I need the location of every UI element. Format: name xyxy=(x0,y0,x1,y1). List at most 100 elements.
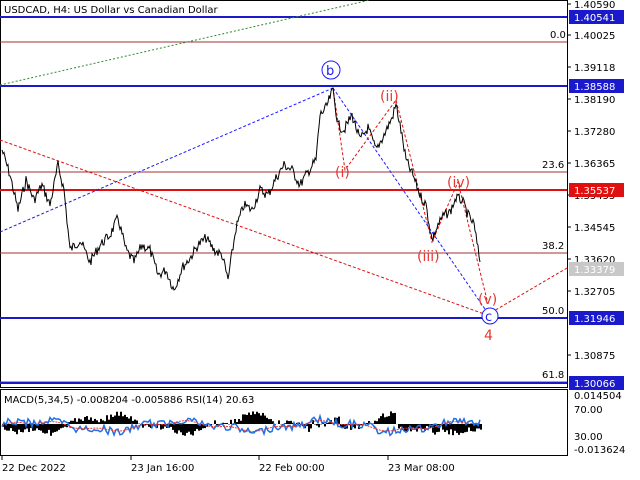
macd-bar xyxy=(450,424,452,430)
price-tick-label: 1.36365 xyxy=(574,159,615,170)
macd-bar xyxy=(270,419,272,424)
level-tag-1-31946: 1.31946 xyxy=(574,314,615,325)
macd-bar xyxy=(314,424,316,425)
macd-bar xyxy=(376,421,378,424)
macd-bar xyxy=(224,423,226,424)
fib-label-50: 50.0 xyxy=(542,306,564,317)
macd-bar xyxy=(108,419,110,424)
macd-bar xyxy=(114,415,116,424)
fib-label-23-6: 23.6 xyxy=(542,160,564,171)
macd-bar xyxy=(40,424,42,431)
macd-bar xyxy=(366,422,368,424)
price-tick-label: 1.32705 xyxy=(574,287,615,298)
macd-bar xyxy=(136,420,138,424)
macd-bar xyxy=(254,414,256,424)
macd-bar xyxy=(426,424,428,427)
macd-bar xyxy=(180,424,182,433)
macd-bar xyxy=(18,424,20,430)
macd-bar xyxy=(178,424,180,431)
macd-bar xyxy=(82,420,84,424)
price-tick-label: 1.38190 xyxy=(574,95,615,106)
macd-bar xyxy=(260,415,262,424)
macd-bar xyxy=(80,419,82,424)
time-tick-label: 22 Dec 2022 xyxy=(2,463,66,474)
wave-b-label: b xyxy=(326,64,334,79)
macd-bar xyxy=(382,413,384,424)
macd-bar xyxy=(290,420,292,424)
price-tick-label: 1.37280 xyxy=(574,127,615,138)
macd-bar xyxy=(184,424,186,436)
macd-bar xyxy=(134,419,136,424)
price-tick-label: 1.30875 xyxy=(574,351,615,362)
macd-bar xyxy=(88,419,90,424)
price-tick-label: 1.34545 xyxy=(574,223,615,234)
macd-bar xyxy=(70,420,72,424)
indicator-tick-label: 70.00 xyxy=(574,405,603,416)
macd-bar xyxy=(316,424,318,426)
price-tick-label: 1.40025 xyxy=(574,31,615,42)
macd-bar xyxy=(174,424,176,433)
macd-bar xyxy=(380,416,382,424)
macd-bar xyxy=(386,416,388,424)
macd-bar xyxy=(122,416,124,424)
level-tag-1-33379: 1.33379 xyxy=(574,265,615,276)
macd-bar xyxy=(252,411,254,424)
chart-title: USDCAD, H4: US Dollar vs Canadian Dollar xyxy=(4,5,218,16)
fib-label-61-8: 61.8 xyxy=(542,370,564,381)
macd-bar xyxy=(412,424,414,428)
macd-bar xyxy=(480,424,482,430)
macd-bar xyxy=(258,413,260,424)
macd-bar xyxy=(324,424,326,427)
macd-bar xyxy=(456,424,458,433)
macd-bar xyxy=(188,424,190,432)
macd-bar xyxy=(112,416,114,424)
level-tag-1-38588: 1.38588 xyxy=(574,82,615,93)
macd-bar xyxy=(62,424,64,428)
macd-bar xyxy=(120,411,122,424)
macd-bar xyxy=(378,418,380,424)
macd-bar xyxy=(194,424,196,432)
macd-bar xyxy=(278,420,280,424)
price-tick-label: 1.39118 xyxy=(574,63,615,74)
price-chart[interactable]: 0.0 23.6 38.2 50.0 61.8 b c (i) (ii) (ii… xyxy=(0,0,640,480)
wave-c-label: c xyxy=(485,310,492,325)
macd-bar xyxy=(384,417,386,424)
macd-bar xyxy=(50,424,52,436)
macd-bar xyxy=(242,414,244,424)
macd-bar xyxy=(192,424,194,436)
macd-bar xyxy=(246,414,248,424)
macd-bar xyxy=(116,411,118,424)
macd-bar xyxy=(100,418,102,424)
indicator-tick-label: 0.014504 xyxy=(574,391,622,402)
macd-bar xyxy=(60,424,62,429)
macd-bar xyxy=(264,415,266,424)
macd-bar xyxy=(20,424,22,432)
macd-bar xyxy=(92,420,94,424)
macd-bar xyxy=(240,420,242,424)
macd-bar xyxy=(288,421,290,424)
macd-bar xyxy=(22,424,24,433)
macd-bar xyxy=(268,419,270,424)
macd-bar xyxy=(404,424,406,431)
price-tick-label: 1.40590 xyxy=(574,0,615,11)
macd-bar xyxy=(374,420,376,424)
level-tag-1-35537: 1.35537 xyxy=(574,186,615,197)
macd-bar xyxy=(238,419,240,424)
wave-v-label: (v) xyxy=(478,292,497,308)
level-tag-1-30066: 1.30066 xyxy=(574,379,615,390)
macd-bar xyxy=(72,420,74,424)
time-tick-label: 23 Mar 08:00 xyxy=(388,463,455,474)
macd-bar xyxy=(98,422,100,424)
macd-bar xyxy=(12,424,14,431)
macd-bar xyxy=(78,418,80,424)
macd-bar xyxy=(172,424,174,430)
indicator-title: MACD(5,34,5) -0.008204 -0.005886 RSI(14)… xyxy=(4,395,254,406)
wave-4-label: 4 xyxy=(484,328,493,344)
macd-bar xyxy=(422,424,424,429)
macd-bar xyxy=(448,424,450,435)
macd-bar xyxy=(126,417,128,424)
macd-bar xyxy=(124,414,126,424)
wave-ii-label: (ii) xyxy=(380,89,399,105)
macd-bar xyxy=(230,419,232,424)
macd-bar xyxy=(186,424,188,433)
